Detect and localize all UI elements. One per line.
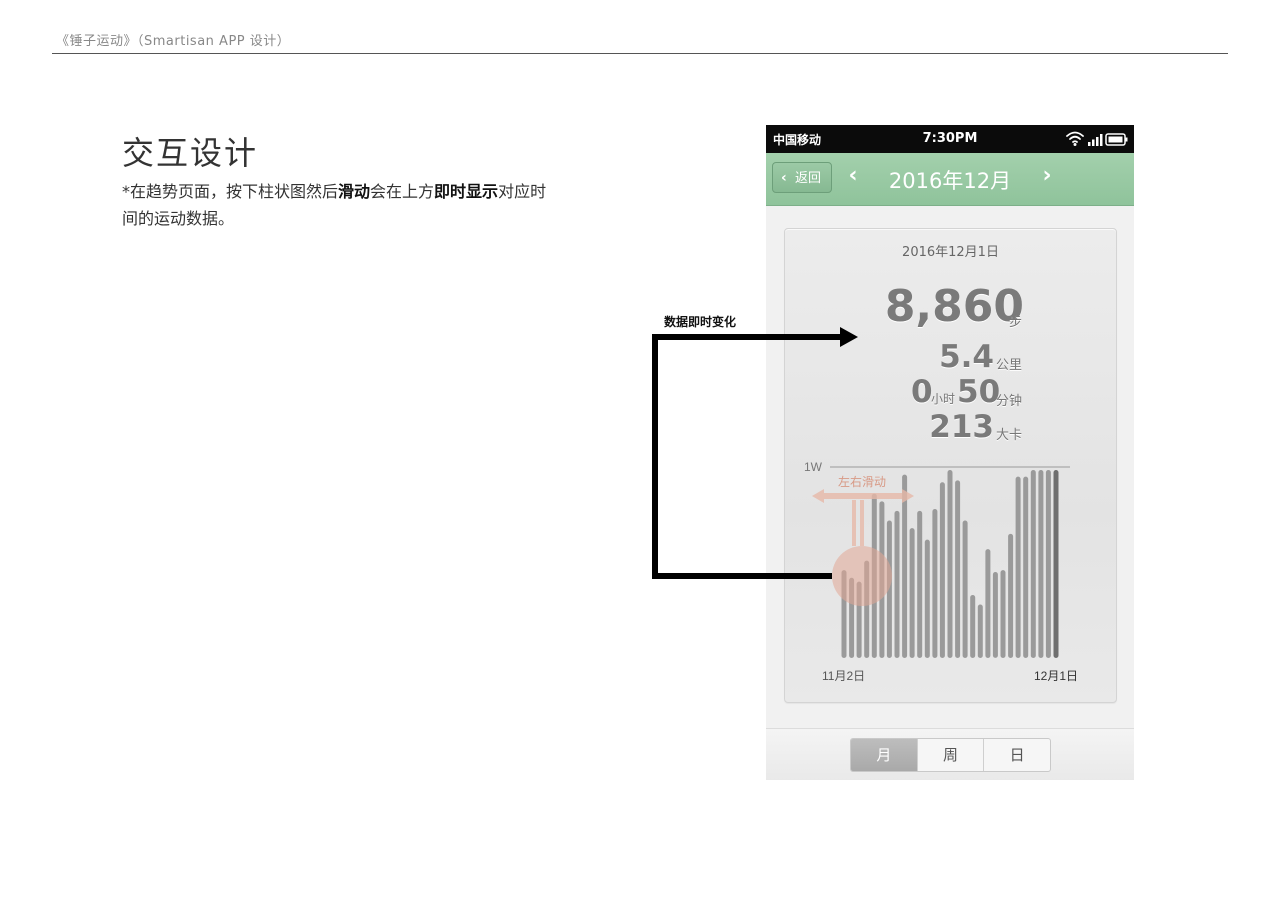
callout-connector [652,327,858,579]
arrow-head-icon [840,327,858,347]
connector-line [652,334,842,579]
